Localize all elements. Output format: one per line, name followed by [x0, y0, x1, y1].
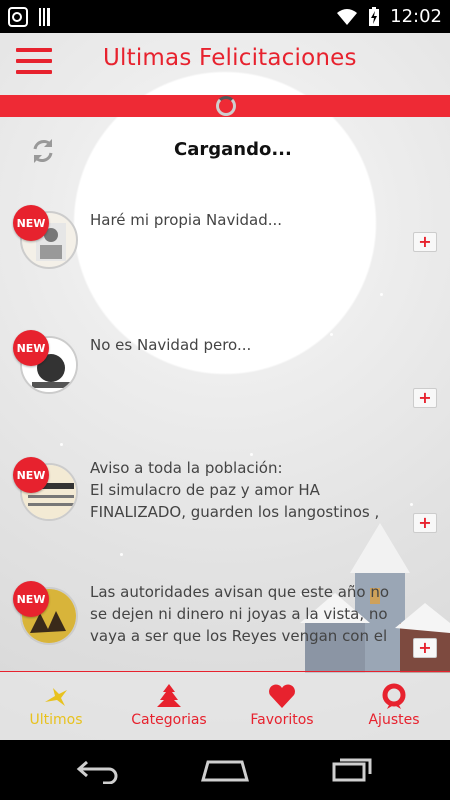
add-favorite-button[interactable]: + [413, 232, 437, 252]
loading-text: Cargando... [174, 139, 292, 160]
tab-label: Favoritos [250, 712, 314, 728]
add-favorite-button[interactable]: + [413, 513, 437, 533]
hamburger-menu-icon[interactable] [16, 48, 52, 74]
tab-ajustes[interactable]: Ajustes [362, 672, 426, 740]
back-icon[interactable] [75, 758, 123, 784]
page-title: Ultimas Felicitaciones [103, 45, 357, 71]
item-text: Haré mi propia Navidad... [90, 211, 283, 229]
status-bar: 12:02 [0, 0, 450, 33]
add-favorite-button[interactable]: + [413, 388, 437, 408]
barcode-icon [39, 7, 50, 26]
new-badge: NEW [13, 205, 49, 241]
add-favorite-button[interactable]: + [413, 638, 437, 658]
system-navigation-bar [0, 740, 450, 800]
tab-label: Categorias [131, 712, 207, 728]
recent-apps-icon[interactable] [330, 756, 374, 784]
bottom-tab-bar: Ultimos Categorias Favoritos Ajustes [0, 671, 450, 740]
new-badge: NEW [13, 330, 49, 366]
app-toolbar: Ultimas Felicitaciones [0, 33, 450, 91]
status-time: 12:02 [390, 6, 442, 27]
tab-favoritos[interactable]: Favoritos [243, 672, 321, 740]
app-screen: Ultimas Felicitaciones Cargando... NEW H… [0, 33, 450, 740]
tab-ultimos[interactable]: Ultimos [22, 672, 90, 740]
spinner-icon [216, 96, 236, 116]
item-text: Las autoridades avisan que este año no s… [90, 583, 390, 645]
wifi-icon [337, 8, 358, 25]
notification-app-icon [8, 6, 28, 27]
star-icon [45, 688, 67, 706]
home-icon[interactable] [200, 758, 250, 784]
wreath-icon [382, 683, 406, 709]
new-badge: NEW [13, 457, 49, 493]
tab-categorias[interactable]: Categorias [124, 672, 214, 740]
refresh-icon[interactable] [27, 135, 59, 167]
item-text: Aviso a toda la población: El simulacro … [90, 459, 380, 521]
new-badge: NEW [13, 581, 49, 617]
battery-charging-icon [369, 6, 380, 26]
tree-icon [157, 684, 181, 707]
heart-icon [269, 684, 295, 708]
tab-label: Ajustes [368, 712, 420, 728]
item-text: No es Navidad pero... [90, 336, 252, 354]
tab-label: Ultimos [29, 712, 83, 728]
